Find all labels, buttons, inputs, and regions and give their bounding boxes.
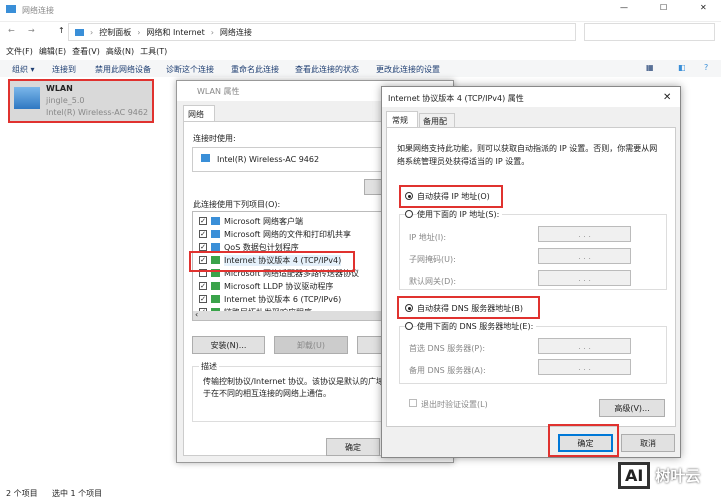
list-item[interactable]: ✓ Microsoft 网络的文件和打印机共享 (199, 228, 351, 240)
intro-text-2: 络系统管理员处获得适当的 IP 设置。 (397, 157, 530, 166)
tab-alternate[interactable]: 备用配置 (419, 113, 455, 137)
watermark-text: 树叶云 (655, 466, 701, 485)
network-icon (75, 28, 84, 36)
intro-text: 如果网络支持此功能，则可以获取自动指派的 IP 设置。否则，你需要从网 (397, 144, 658, 153)
close-button[interactable]: ✕ (700, 3, 707, 12)
toolbar: 组织 ▾ 连接到 禁用此网络设备 诊断这个连接 重命名此连接 查看此连接的状态 … (0, 60, 721, 77)
radio-auto-dns[interactable] (405, 304, 413, 312)
install-button[interactable]: 安装(N)... (192, 336, 265, 354)
dialog-title: Internet 协议版本 4 (TCP/IPv4) 属性 (388, 94, 524, 103)
menu-tools[interactable]: 工具(T) (140, 46, 167, 57)
network-component-icon (211, 217, 220, 225)
item-checkbox[interactable]: ✓ (199, 282, 207, 290)
breadcrumb-1[interactable]: 网络和 Internet (146, 27, 204, 38)
ok-button[interactable]: 确定 (558, 434, 613, 452)
item-label: Microsoft 网络的文件和打印机共享 (224, 229, 351, 239)
ok-button[interactable]: 确定 (326, 438, 380, 456)
breadcrumb-2[interactable]: 网络连接 (220, 27, 252, 38)
search-input[interactable] (584, 23, 715, 41)
gateway-field[interactable]: . . . (538, 270, 631, 286)
radio-manual-dns[interactable] (405, 322, 413, 330)
network-component-icon (211, 230, 220, 238)
network-icon (6, 5, 16, 13)
menu-advanced[interactable]: 高级(N) (106, 46, 134, 57)
address-bar-row: ← → ↑ › 控制面板 › 网络和 Internet › 网络连接 (0, 22, 721, 42)
item-checkbox[interactable]: ✓ (199, 243, 207, 251)
radio-auto-ip[interactable] (405, 192, 413, 200)
item-checkbox[interactable]: ✓ (199, 295, 207, 303)
title-bar: 网络连接 — ☐ ✕ (0, 0, 721, 22)
subnet-mask-field[interactable]: . . . (538, 248, 631, 264)
radio-manual-ip[interactable] (405, 210, 413, 218)
toolbar-disable[interactable]: 禁用此网络设备 (95, 64, 151, 75)
item-label: Internet 协议版本 6 (TCP/IPv6) (224, 294, 342, 304)
forward-button[interactable]: → (28, 26, 35, 35)
window-title: 网络连接 (22, 6, 54, 15)
manual-ip-label[interactable]: 使用下面的 IP 地址(S): (417, 209, 503, 220)
list-item[interactable]: ✓ Internet 协议版本 6 (TCP/IPv6) (199, 293, 341, 305)
toolbar-connect[interactable]: 连接到 (52, 64, 76, 75)
list-item[interactable]: ✓ Microsoft 网络客户端 (199, 215, 303, 227)
toolbar-rename[interactable]: 重命名此连接 (231, 64, 279, 75)
item-label: Microsoft LLDP 协议驱动程序 (224, 281, 334, 291)
list-item[interactable]: ✓ Microsoft LLDP 协议驱动程序 (199, 280, 333, 292)
cancel-button[interactable]: 取消 (621, 434, 675, 452)
back-button[interactable]: ← (8, 26, 15, 35)
auto-ip-label[interactable]: 自动获得 IP 地址(O) (417, 191, 490, 202)
status-selected: 选中 1 个项目 (52, 489, 103, 498)
toolbar-settings[interactable]: 更改此连接的设置 (376, 64, 440, 75)
menu-bar: 文件(F) 编辑(E) 查看(V) 高级(N) 工具(T) (6, 46, 167, 57)
advanced-button[interactable]: 高级(V)... (599, 399, 665, 417)
status-count: 2 个项目 (6, 489, 38, 498)
highlight-ipv4 (189, 251, 355, 272)
view-options-icon[interactable]: ▦ (646, 63, 654, 72)
menu-edit[interactable]: 编辑(E) (39, 46, 66, 57)
validate-label[interactable]: 退出时验证设置(L) (421, 399, 488, 410)
item-label: Microsoft 网络客户端 (224, 216, 303, 226)
adapter-ssid: jingle_5.0 (46, 96, 85, 105)
watermark: AI 树叶云 (618, 455, 721, 495)
breadcrumb-0[interactable]: 控制面板 (99, 27, 131, 38)
maximize-button[interactable]: ☐ (660, 3, 667, 12)
address-input[interactable]: › 控制面板 › 网络和 Internet › 网络连接 (68, 23, 576, 41)
menu-file[interactable]: 文件(F) (6, 46, 33, 57)
auto-dns-label[interactable]: 自动获得 DNS 服务器地址(B) (417, 303, 523, 314)
items-label: 此连接使用下列项目(O): (193, 200, 281, 209)
ip-address-field[interactable]: . . . (538, 226, 631, 242)
up-button[interactable]: ↑ (58, 26, 65, 35)
description-label: 描述 (199, 361, 219, 372)
wifi-adapter-icon (14, 87, 40, 109)
item-checkbox[interactable]: ✓ (199, 217, 207, 225)
manual-dns-label[interactable]: 使用下面的 DNS 服务器地址(E): (417, 321, 537, 332)
description-text-2: 于在不同的相互连接的网络上通信。 (203, 389, 331, 398)
protocol-icon (211, 282, 220, 290)
watermark-logo: AI (618, 461, 651, 489)
alternate-dns-field[interactable]: . . . (538, 359, 631, 375)
description-text: 传输控制协议/Internet 协议。该协议是默认的广域网 (203, 377, 393, 386)
toolbar-status[interactable]: 查看此连接的状态 (295, 64, 359, 75)
tab-network[interactable]: 网络 (183, 105, 215, 121)
preview-pane-icon[interactable]: ◧ (678, 63, 686, 72)
adapter-device: Intel(R) Wireless-AC 9462 (46, 108, 149, 117)
connect-using-label: 连接时使用: (193, 134, 236, 143)
tab-general[interactable]: 常规 (386, 111, 418, 127)
ipv4-properties-dialog: Internet 协议版本 4 (TCP/IPv4) 属性 ✕ 常规 备用配置 … (381, 86, 681, 458)
close-icon[interactable]: ✕ (663, 92, 671, 103)
toolbar-organize[interactable]: 组织 ▾ (12, 64, 35, 75)
dialog-title: WLAN 属性 (197, 87, 240, 96)
help-icon[interactable]: ? (704, 63, 708, 72)
validate-checkbox[interactable] (409, 399, 417, 407)
minimize-button[interactable]: — (620, 3, 628, 12)
preferred-dns-field[interactable]: . . . (538, 338, 631, 354)
uninstall-button[interactable]: 卸载(U) (274, 336, 348, 354)
menu-view[interactable]: 查看(V) (72, 46, 100, 57)
adapter-wlan[interactable]: WLAN jingle_5.0 Intel(R) Wireless-AC 946… (8, 79, 154, 123)
item-checkbox[interactable]: ✓ (199, 230, 207, 238)
toolbar-diagnose[interactable]: 诊断这个连接 (166, 64, 214, 75)
adapter-icon (201, 154, 210, 162)
adapter-name: WLAN (46, 84, 73, 93)
protocol-icon (211, 295, 220, 303)
network-component-icon (211, 243, 220, 251)
